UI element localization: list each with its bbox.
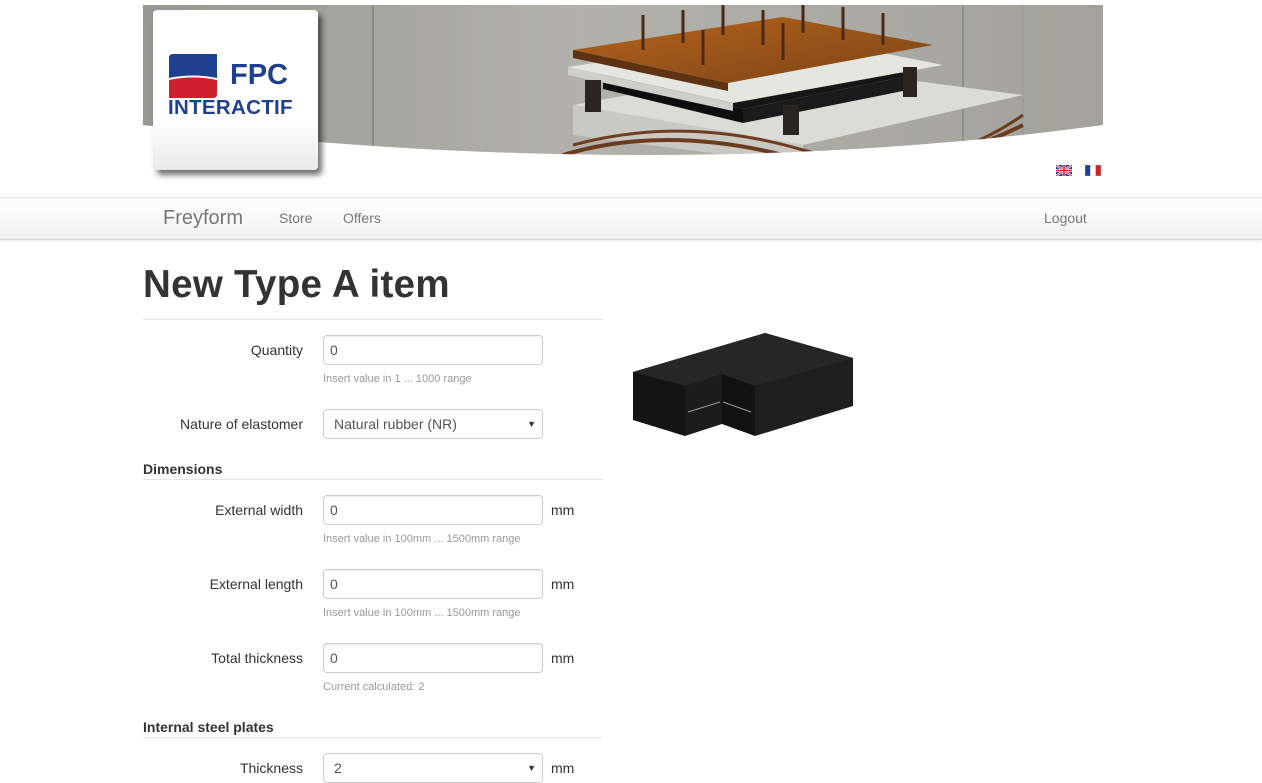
dimensions-divider [143, 479, 603, 480]
uk-flag-icon[interactable] [1056, 165, 1072, 176]
total-thickness-unit: mm [551, 650, 575, 666]
logo-text-interactif: INTERACTIF [168, 96, 293, 119]
main-navbar: Freyform Store Offers Logout [0, 197, 1262, 240]
logout-link[interactable]: Logout [1044, 210, 1087, 226]
external-width-help: Insert value in 100mm ... 1500mm range [323, 533, 521, 545]
fr-flag-icon[interactable] [1084, 165, 1101, 176]
language-switcher [1056, 165, 1110, 177]
logo-text-fpc: FPC [230, 59, 288, 91]
total-thickness-help: Current calculated: 2 [323, 681, 425, 693]
quantity-label: Quantity [250, 342, 303, 358]
external-length-unit: mm [551, 576, 575, 592]
external-width-unit: mm [551, 502, 575, 518]
elastomer-select[interactable]: Natural rubber (NR) ▼ [323, 409, 543, 439]
steel-plates-section-title: Internal steel plates [143, 719, 274, 735]
external-length-label: External length [209, 576, 303, 592]
plate-thickness-label: Thickness [239, 760, 303, 776]
plate-thickness-select[interactable]: 2 ▼ [323, 753, 543, 783]
steel-plates-divider [143, 737, 603, 738]
caret-down-icon: ▼ [527, 763, 536, 773]
plate-thickness-value: 2 [334, 760, 342, 776]
external-length-help: Insert value in 100mm ... 1500mm range [323, 607, 521, 619]
nav-link-store[interactable]: Store [279, 210, 312, 226]
brand-logo[interactable]: FPC INTERACTIF [153, 10, 318, 170]
total-thickness-input[interactable] [323, 643, 543, 673]
total-thickness-label: Total thickness [211, 650, 303, 666]
quantity-input[interactable] [323, 335, 543, 365]
caret-down-icon: ▼ [527, 419, 536, 429]
elastomer-select-value: Natural rubber (NR) [334, 416, 457, 432]
quantity-help: Insert value in 1 ... 1000 range [323, 373, 472, 385]
external-width-input[interactable] [323, 495, 543, 525]
page-title: New Type A item [143, 263, 450, 306]
dimensions-section-title: Dimensions [143, 461, 223, 477]
title-divider [143, 319, 603, 320]
external-width-label: External width [215, 502, 303, 518]
logo-mark-icon [168, 54, 217, 98]
product-preview-image [633, 333, 853, 436]
navbar-brand[interactable]: Freyform [163, 207, 243, 230]
plate-thickness-unit: mm [551, 760, 575, 776]
nav-link-offers[interactable]: Offers [343, 210, 381, 226]
external-length-input[interactable] [323, 569, 543, 599]
elastomer-label: Nature of elastomer [180, 416, 303, 432]
